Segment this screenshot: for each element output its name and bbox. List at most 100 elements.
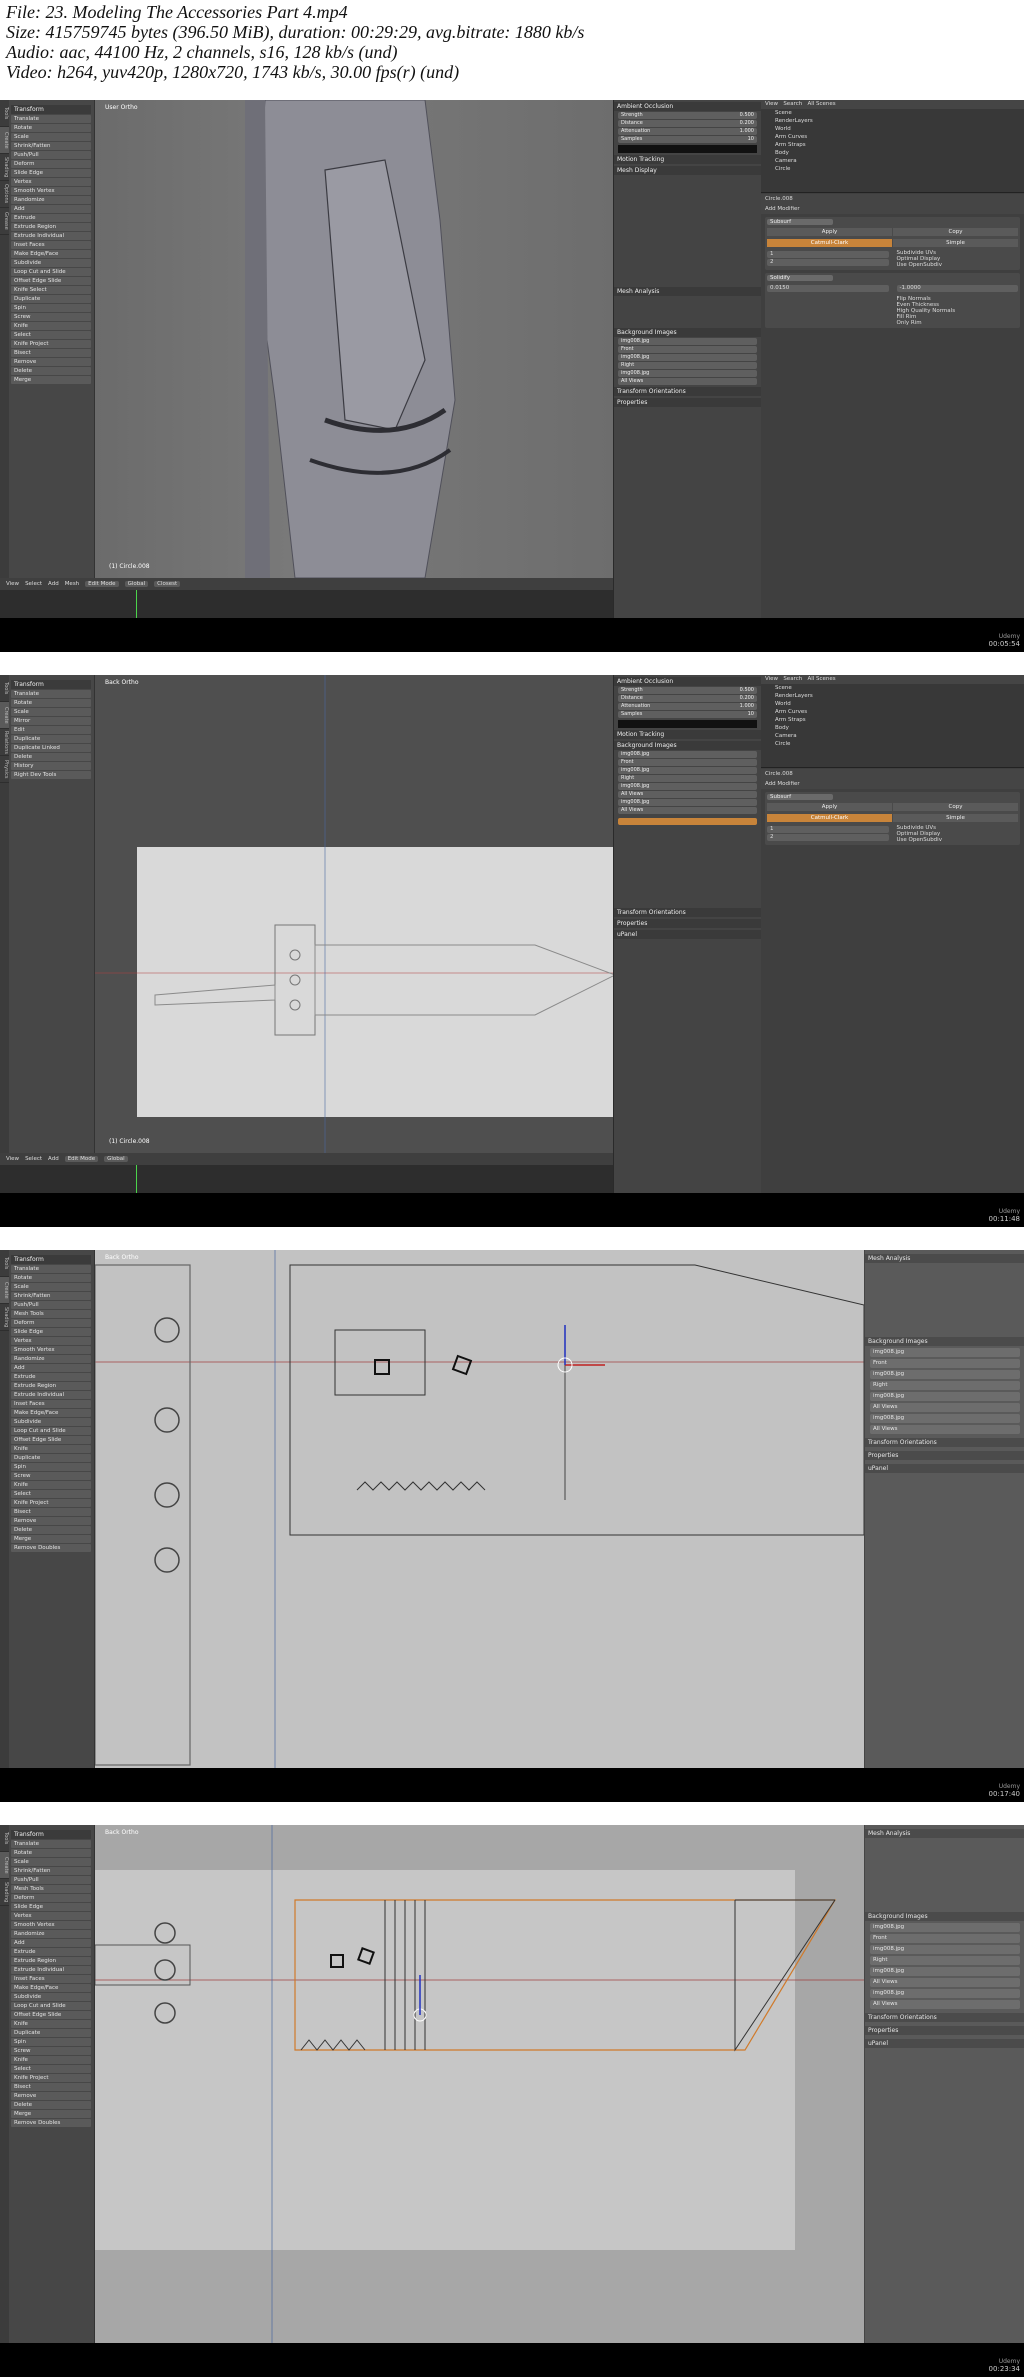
shelf-tab[interactable]: Shading xyxy=(0,154,9,181)
outliner-item[interactable]: RenderLayers xyxy=(761,117,1024,125)
tool-button[interactable]: Rotate xyxy=(11,124,91,132)
tool-button[interactable]: Slide Edge xyxy=(11,1328,91,1336)
tool-button[interactable]: Spin xyxy=(11,1463,91,1471)
outliner-item[interactable]: RenderLayers xyxy=(761,692,1024,700)
tool-button[interactable]: Deform xyxy=(11,160,91,168)
outliner-item[interactable]: Arm Curves xyxy=(761,708,1024,716)
bg-image-axis[interactable]: All Views xyxy=(870,1978,1020,1987)
menu-mesh[interactable]: Mesh xyxy=(65,581,79,587)
tool-button[interactable]: Push/Pull xyxy=(11,1301,91,1309)
bg-image-entry[interactable]: img008.jpg xyxy=(618,767,757,774)
shelf-header[interactable]: Transform xyxy=(11,680,91,689)
tool-button[interactable]: Loop Cut and Slide xyxy=(11,2002,91,2010)
bg-image-axis[interactable]: Front xyxy=(870,1359,1020,1368)
render-levels[interactable]: 2 xyxy=(767,259,889,266)
tool-button[interactable]: Duplicate xyxy=(11,735,91,743)
tool-button[interactable]: Smooth Vertex xyxy=(11,1346,91,1354)
ao-field[interactable]: Strength 0.500 xyxy=(618,112,757,119)
tool-button[interactable]: Knife xyxy=(11,2056,91,2064)
outliner-view[interactable]: View xyxy=(765,101,778,107)
motion-tracking-header[interactable]: Motion Tracking xyxy=(614,155,761,164)
ao-field[interactable]: Strength 0.500 xyxy=(618,687,757,694)
outliner-scenes[interactable]: All Scenes xyxy=(807,676,835,682)
offset-field[interactable]: -1.0000 xyxy=(896,285,1018,292)
bg-image-axis[interactable]: Right xyxy=(870,1381,1020,1390)
outliner-item[interactable]: Circle xyxy=(761,740,1024,748)
bg-image-entry[interactable]: img008.jpg xyxy=(870,1348,1020,1357)
timeline[interactable] xyxy=(0,1165,613,1193)
outliner-item[interactable]: Scene xyxy=(761,684,1024,692)
tool-button[interactable]: Remove xyxy=(11,1517,91,1525)
tool-button[interactable]: Knife Project xyxy=(11,340,91,348)
bg-image-axis[interactable]: All Views xyxy=(870,1403,1020,1412)
tool-button[interactable]: Make Edge/Face xyxy=(11,1409,91,1417)
tool-button[interactable]: Randomize xyxy=(11,1930,91,1938)
outliner-item[interactable]: Arm Straps xyxy=(761,141,1024,149)
3d-viewport[interactable]: Back Ortho (1) Circle.008 xyxy=(95,675,613,1153)
tool-button[interactable]: Knife xyxy=(11,1445,91,1453)
tool-button[interactable]: Shrink/Fatten xyxy=(11,1292,91,1300)
bg-image-entry[interactable]: img008.jpg xyxy=(618,354,757,361)
tool-button[interactable]: Mesh Tools xyxy=(11,1885,91,1893)
bg-image-axis[interactable]: All Views xyxy=(870,1425,1020,1434)
timeline[interactable] xyxy=(0,590,613,618)
mode-dropdown[interactable]: Edit Mode xyxy=(85,581,119,587)
tool-button[interactable]: Push/Pull xyxy=(11,1876,91,1884)
outliner-item[interactable]: World xyxy=(761,125,1024,133)
tool-button[interactable]: Rotate xyxy=(11,699,91,707)
ao-field[interactable]: Samples 10 xyxy=(618,711,757,718)
bg-image-axis[interactable]: All Views xyxy=(618,791,757,798)
tool-button[interactable]: Bisect xyxy=(11,349,91,357)
bg-image-axis[interactable]: Right xyxy=(870,1956,1020,1965)
tool-button[interactable]: Select xyxy=(11,2065,91,2073)
tool-button[interactable]: Extrude xyxy=(11,214,91,222)
ao-field[interactable]: Attenuation 1.000 xyxy=(618,703,757,710)
tool-button[interactable]: Mesh Tools xyxy=(11,1310,91,1318)
tool-button[interactable]: Loop Cut and Slide xyxy=(11,1427,91,1435)
apply-button[interactable]: Apply xyxy=(767,228,892,236)
tool-button[interactable]: Add xyxy=(11,205,91,213)
shelf-tab[interactable]: Create xyxy=(0,1852,9,1879)
transform-orientations-header[interactable]: Transform Orientations xyxy=(865,1438,1024,1447)
shelf-tab[interactable]: Tools xyxy=(0,100,9,127)
properties-header[interactable]: Properties xyxy=(614,398,761,407)
bg-image-axis[interactable]: Right xyxy=(618,775,757,782)
outliner-item[interactable]: Camera xyxy=(761,157,1024,165)
ao-field[interactable]: Distance 0.200 xyxy=(618,695,757,702)
mesh-analysis-header[interactable]: Mesh Analysis xyxy=(614,287,761,296)
ao-field[interactable]: Distance 0.200 xyxy=(618,120,757,127)
bg-images-header[interactable]: Background Images xyxy=(865,1912,1024,1921)
tool-button[interactable]: Add xyxy=(11,1939,91,1947)
bg-image-entry[interactable]: img008.jpg xyxy=(618,751,757,758)
bg-image-axis[interactable]: Front xyxy=(618,346,757,353)
tool-button[interactable]: Merge xyxy=(11,376,91,384)
tool-button[interactable]: Push/Pull xyxy=(11,151,91,159)
ao-field[interactable]: Attenuation 1.000 xyxy=(618,128,757,135)
tool-button[interactable]: Screw xyxy=(11,313,91,321)
tool-button[interactable]: Offset Edge Slide xyxy=(11,2011,91,2019)
orientation-dropdown[interactable]: Global xyxy=(104,1156,128,1162)
tool-button[interactable]: Vertex xyxy=(11,1912,91,1920)
outliner-item[interactable]: Arm Straps xyxy=(761,716,1024,724)
bg-images-header[interactable]: Background Images xyxy=(865,1337,1024,1346)
properties-header[interactable]: Properties xyxy=(865,2026,1024,2035)
tool-button[interactable]: Knife Select xyxy=(11,286,91,294)
tool-button[interactable]: Extrude Individual xyxy=(11,1391,91,1399)
outliner-item[interactable]: Circle xyxy=(761,165,1024,173)
tool-button[interactable]: Shrink/Fatten xyxy=(11,142,91,150)
tool-button[interactable]: Inset Faces xyxy=(11,1975,91,1983)
bg-image-axis[interactable]: All Views xyxy=(870,2000,1020,2009)
bg-image-axis[interactable]: All Views xyxy=(618,807,757,814)
mode-dropdown[interactable]: Edit Mode xyxy=(64,1156,99,1162)
snap-dropdown[interactable]: Closest xyxy=(154,581,181,587)
tool-button[interactable]: Knife xyxy=(11,1481,91,1489)
bg-image-entry[interactable]: img008.jpg xyxy=(870,1967,1020,1976)
shelf-tab[interactable]: Physics xyxy=(0,756,9,783)
tool-button[interactable]: Knife xyxy=(11,322,91,330)
bg-image-entry[interactable]: img008.jpg xyxy=(870,1414,1020,1423)
tool-button[interactable]: Duplicate xyxy=(11,295,91,303)
outliner-scenes[interactable]: All Scenes xyxy=(807,101,835,107)
menu-view[interactable]: View xyxy=(6,581,19,587)
tool-button[interactable]: Spin xyxy=(11,304,91,312)
tool-button[interactable]: Extrude xyxy=(11,1948,91,1956)
